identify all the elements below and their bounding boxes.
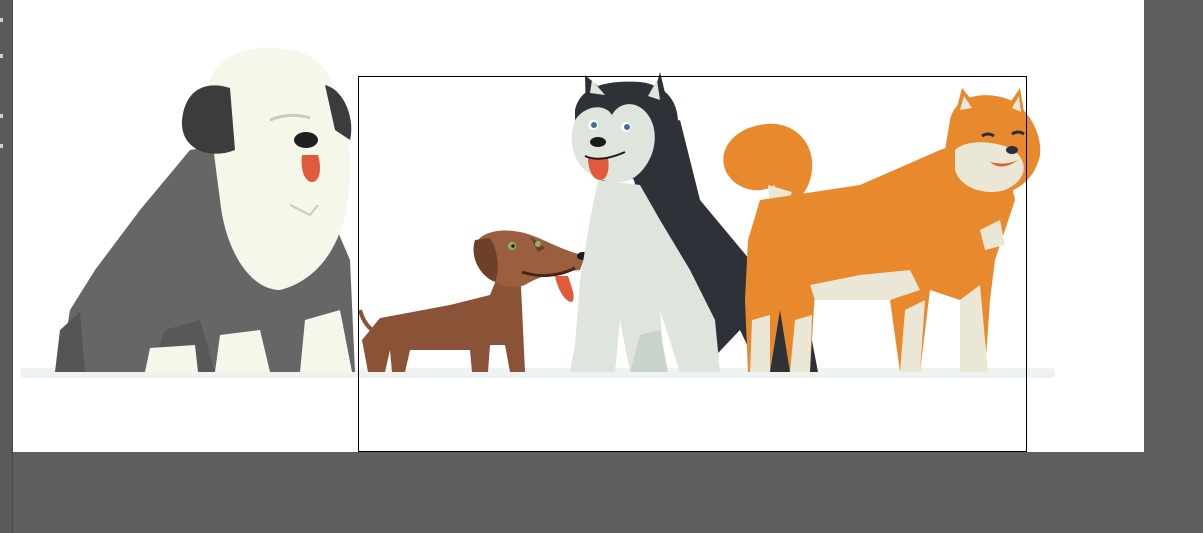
dogs-illustration[interactable]: [13, 0, 1144, 452]
shiba-illustration[interactable]: [723, 88, 1041, 372]
ruler-tick: [0, 114, 3, 118]
ruler-tick: [0, 54, 3, 58]
dachshund-illustration[interactable]: [358, 230, 589, 372]
ruler-tick: [0, 144, 3, 148]
sheepdog-illustration[interactable]: [55, 47, 355, 372]
left-toolbar-strip: [0, 0, 13, 533]
artboard-canvas[interactable]: [13, 0, 1144, 452]
ruler-tick: [0, 18, 3, 22]
